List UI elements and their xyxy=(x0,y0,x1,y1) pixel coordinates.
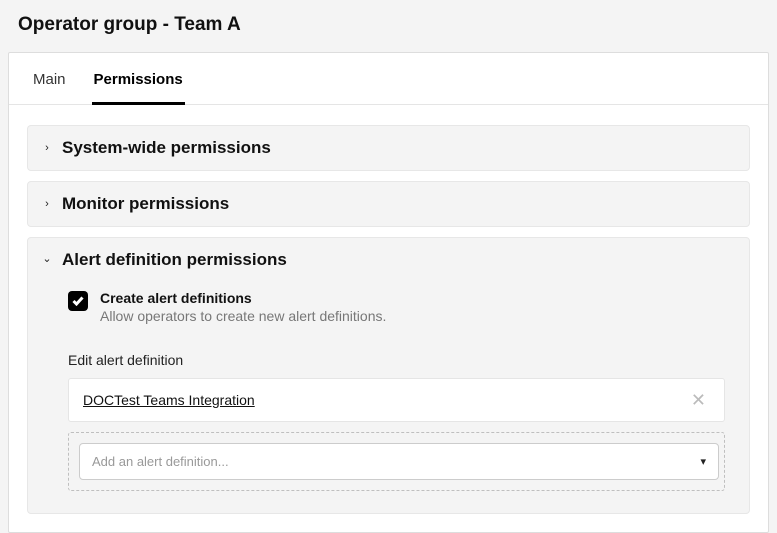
create-alert-row: Create alert definitions Allow operators… xyxy=(68,290,725,324)
tab-permissions[interactable]: Permissions xyxy=(92,53,185,105)
add-alert-placeholder: Add an alert definition... xyxy=(92,454,229,469)
add-alert-definition-select[interactable]: Add an alert definition... ▾ xyxy=(79,443,719,480)
section-system-wide: › System-wide permissions xyxy=(27,125,750,171)
create-alert-description: Allow operators to create new alert defi… xyxy=(100,308,386,324)
section-monitor-title: Monitor permissions xyxy=(62,194,229,214)
edit-alert-label: Edit alert definition xyxy=(68,352,725,368)
edit-alert-block: Edit alert definition DOCTest Teams Inte… xyxy=(68,352,725,491)
chevron-down-icon: ▾ xyxy=(700,455,706,468)
section-system-wide-title: System-wide permissions xyxy=(62,138,271,158)
chevron-right-icon: › xyxy=(42,199,52,210)
page-title: Operator group - Team A xyxy=(18,14,759,36)
section-monitor: › Monitor permissions xyxy=(27,181,750,227)
remove-definition-button[interactable]: ✕ xyxy=(687,391,710,409)
section-system-wide-header[interactable]: › System-wide permissions xyxy=(28,126,749,170)
chevron-right-icon: › xyxy=(42,143,52,154)
create-alert-label: Create alert definitions xyxy=(100,290,386,306)
section-alert-title: Alert definition permissions xyxy=(62,250,287,270)
section-alert-body: Create alert definitions Allow operators… xyxy=(28,282,749,513)
alert-definition-link[interactable]: DOCTest Teams Integration xyxy=(83,392,255,408)
main-panel: Main Permissions › System-wide permissio… xyxy=(8,52,769,533)
alert-definition-row: DOCTest Teams Integration ✕ xyxy=(68,378,725,422)
create-alert-checkbox[interactable] xyxy=(68,291,88,311)
section-alert: ⌄ Alert definition permissions Create al… xyxy=(27,237,750,514)
section-monitor-header[interactable]: › Monitor permissions xyxy=(28,182,749,226)
tab-main[interactable]: Main xyxy=(31,53,68,105)
tab-bar: Main Permissions xyxy=(9,53,768,105)
close-icon: ✕ xyxy=(691,390,706,410)
add-definition-container: Add an alert definition... ▾ xyxy=(68,432,725,491)
section-alert-header[interactable]: ⌄ Alert definition permissions xyxy=(28,238,749,282)
chevron-down-icon: ⌄ xyxy=(42,254,52,265)
check-icon xyxy=(72,296,84,306)
